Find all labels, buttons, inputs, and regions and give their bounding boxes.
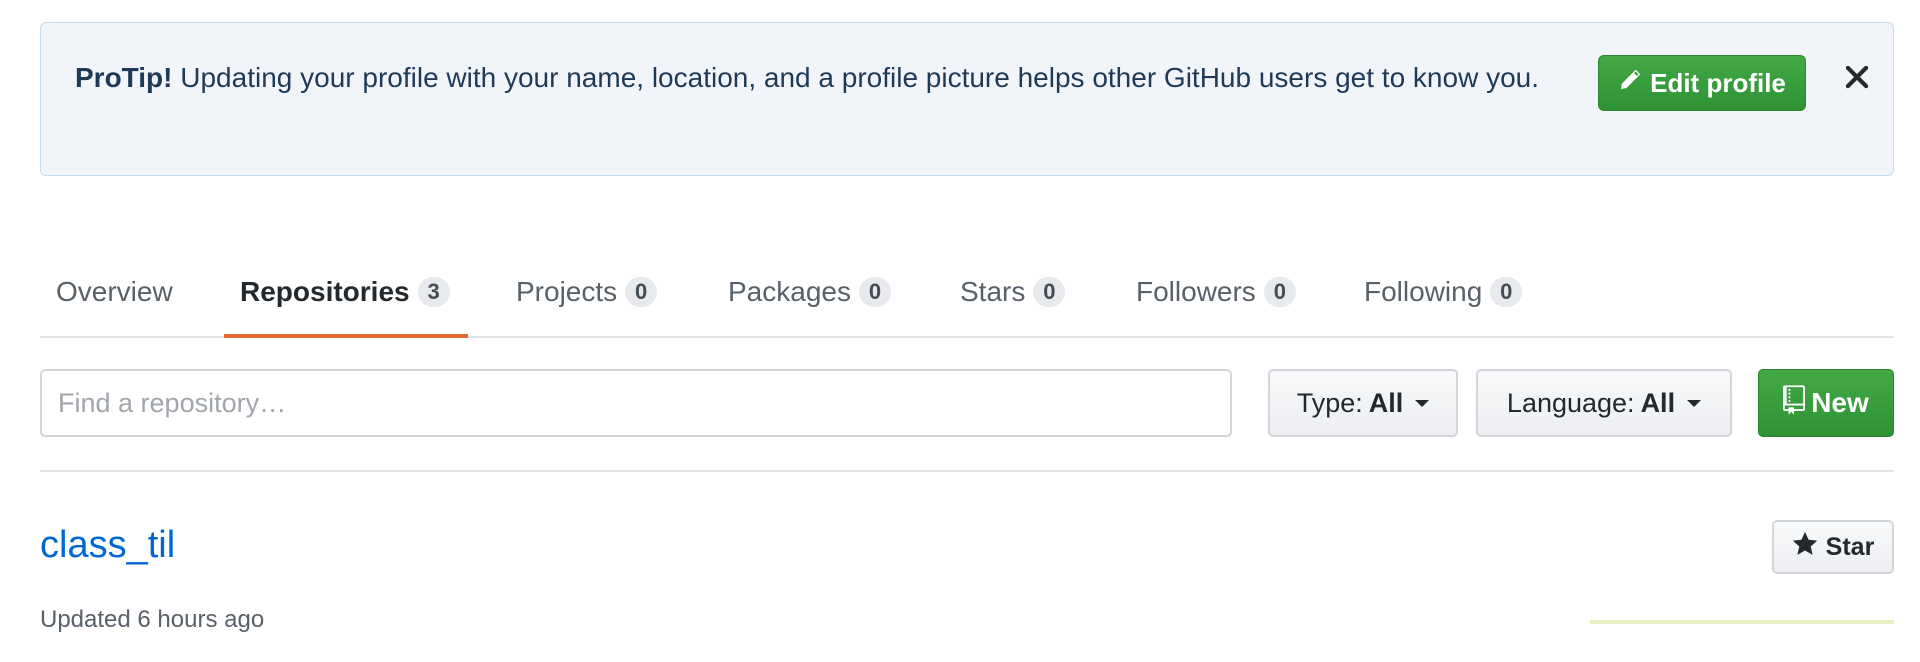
selected-tab-underline bbox=[224, 334, 468, 338]
protip-banner: ProTip! Updating your profile with your … bbox=[40, 22, 1894, 176]
tab-overview[interactable]: Overview bbox=[56, 248, 173, 336]
star-button[interactable]: Star bbox=[1772, 520, 1894, 574]
repository-search-input[interactable] bbox=[40, 369, 1232, 437]
pencil-icon bbox=[1618, 68, 1642, 99]
caret-down-icon bbox=[1415, 399, 1430, 407]
type-filter-dropdown[interactable]: Type: All bbox=[1268, 369, 1458, 437]
filter-divider bbox=[40, 470, 1894, 472]
type-filter-label: Type: bbox=[1296, 387, 1363, 418]
repo-icon bbox=[1783, 384, 1806, 422]
language-filter-value: All bbox=[1640, 387, 1676, 418]
new-button-label: New bbox=[1811, 387, 1869, 418]
tab-counter: 3 bbox=[417, 277, 450, 307]
type-filter-value: All bbox=[1368, 387, 1404, 418]
tab-label: Overview bbox=[56, 276, 173, 307]
protip-message: Updating your profile with your name, lo… bbox=[172, 62, 1540, 93]
caret-down-icon bbox=[1687, 399, 1702, 407]
star-button-label: Star bbox=[1825, 532, 1875, 561]
tab-label: Repositories bbox=[240, 276, 410, 307]
profile-tabs: Overview Repositories 3 Projects 0 Packa… bbox=[40, 248, 1894, 338]
tab-counter: 0 bbox=[625, 277, 658, 307]
protip-lead: ProTip! bbox=[75, 62, 173, 93]
tab-label: Projects bbox=[516, 276, 618, 307]
repository-updated-time: Updated 6 hours ago bbox=[40, 606, 265, 633]
edit-profile-label: Edit profile bbox=[1650, 67, 1786, 98]
new-repository-button[interactable]: New bbox=[1758, 369, 1894, 437]
tab-label: Packages bbox=[728, 276, 851, 307]
tab-label: Stars bbox=[960, 276, 1026, 307]
tab-label: Following bbox=[1364, 276, 1483, 307]
tab-counter: 0 bbox=[1033, 277, 1066, 307]
edit-profile-button[interactable]: Edit profile bbox=[1598, 55, 1806, 111]
tab-following[interactable]: Following 0 bbox=[1364, 248, 1523, 336]
tab-repositories[interactable]: Repositories 3 bbox=[240, 248, 450, 336]
tab-followers[interactable]: Followers 0 bbox=[1136, 248, 1296, 336]
profile-page: ProTip! Updating your profile with your … bbox=[0, 0, 1920, 662]
tab-counter: 0 bbox=[1263, 277, 1296, 307]
tab-packages[interactable]: Packages 0 bbox=[728, 248, 891, 336]
language-filter-dropdown[interactable]: Language: All bbox=[1476, 369, 1732, 437]
repository-name-link[interactable]: class_til bbox=[40, 524, 175, 567]
tab-stars[interactable]: Stars 0 bbox=[960, 248, 1066, 336]
close-icon[interactable] bbox=[1837, 57, 1877, 97]
tab-label: Followers bbox=[1136, 276, 1256, 307]
tab-projects[interactable]: Projects 0 bbox=[516, 248, 658, 336]
star-icon bbox=[1792, 531, 1818, 564]
protip-text: ProTip! Updating your profile with your … bbox=[75, 57, 1595, 99]
tab-counter: 0 bbox=[1490, 277, 1523, 307]
tab-counter: 0 bbox=[858, 277, 891, 307]
language-filter-label: Language: bbox=[1506, 387, 1635, 418]
activity-sparkline bbox=[1590, 620, 1894, 624]
